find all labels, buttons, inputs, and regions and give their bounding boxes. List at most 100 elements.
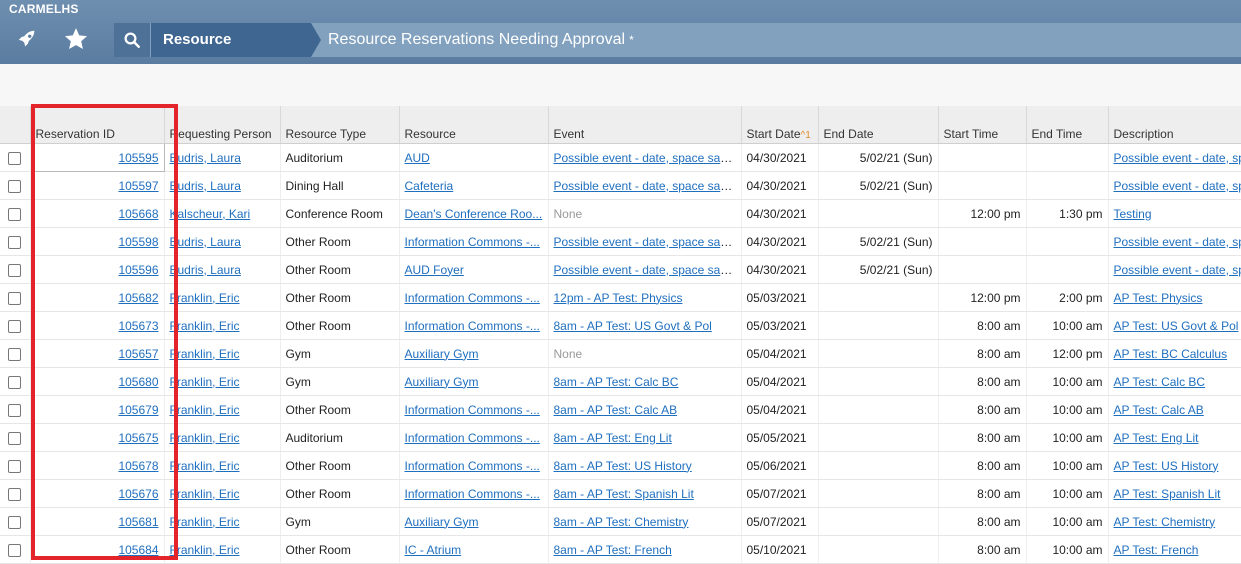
reservation-id-link[interactable]: 105680 [118, 375, 158, 389]
rocket-icon[interactable] [12, 22, 42, 56]
description-link[interactable]: Possible event - date, sp [1114, 151, 1241, 165]
reservation-id-link[interactable]: 105673 [118, 319, 158, 333]
reservation-id-link[interactable]: 105678 [118, 459, 158, 473]
resource-link[interactable]: Information Commons -... [405, 403, 540, 417]
resource-link[interactable]: Information Commons -... [405, 459, 540, 473]
event-link[interactable]: 8am - AP Test: Eng Lit [554, 431, 672, 445]
resource-link[interactable]: Information Commons -... [405, 235, 540, 249]
row-checkbox[interactable] [8, 404, 21, 417]
event-link[interactable]: 8am - AP Test: Chemistry [554, 515, 689, 529]
row-checkbox[interactable] [8, 460, 21, 473]
reservation-id-link[interactable]: 105676 [118, 487, 158, 501]
resource-link[interactable]: Auxiliary Gym [405, 515, 479, 529]
description-link[interactable]: Possible event - date, sp [1114, 235, 1241, 249]
row-checkbox[interactable] [8, 544, 21, 557]
description-link[interactable]: AP Test: Spanish Lit [1114, 487, 1221, 501]
event-link[interactable]: 8am - AP Test: Calc AB [554, 403, 678, 417]
description-link[interactable]: AP Test: US History [1114, 459, 1219, 473]
row-checkbox[interactable] [8, 208, 21, 221]
requesting-person-link[interactable]: Budris, Laura [170, 235, 241, 249]
event-link[interactable]: 8am - AP Test: US History [554, 459, 692, 473]
reservation-id-link[interactable]: 105684 [118, 543, 158, 557]
column-header-description[interactable]: Description [1108, 106, 1241, 144]
description-link[interactable]: Possible event - date, sp [1114, 179, 1241, 193]
row-checkbox[interactable] [8, 516, 21, 529]
requesting-person-link[interactable]: Franklin, Eric [170, 291, 240, 305]
column-header-event[interactable]: Event [548, 106, 741, 144]
requesting-person-link[interactable]: Franklin, Eric [170, 347, 240, 361]
breadcrumb-module[interactable]: Resource Scheduling [151, 23, 311, 57]
resource-link[interactable]: Information Commons -... [405, 487, 540, 501]
event-link[interactable]: 12pm - AP Test: Physics [554, 291, 683, 305]
column-header-reservation-id[interactable]: Reservation ID [30, 106, 164, 144]
description-link[interactable]: AP Test: Calc AB [1114, 403, 1204, 417]
row-checkbox[interactable] [8, 348, 21, 361]
reservation-id-link[interactable]: 105598 [118, 235, 158, 249]
reservation-id-link[interactable]: 105682 [118, 291, 158, 305]
row-checkbox[interactable] [8, 432, 21, 445]
description-link[interactable]: AP Test: Chemistry [1114, 515, 1216, 529]
reservation-id-link[interactable]: 105595 [118, 151, 158, 165]
search-icon[interactable] [114, 23, 150, 57]
description-link[interactable]: AP Test: BC Calculus [1114, 347, 1228, 361]
row-checkbox[interactable] [8, 376, 21, 389]
requesting-person-link[interactable]: Franklin, Eric [170, 459, 240, 473]
reservation-id-link[interactable]: 105679 [118, 403, 158, 417]
column-header-start-date[interactable]: Start Date^1 [741, 106, 818, 144]
resource-link[interactable]: Cafeteria [405, 179, 454, 193]
reservation-id-link[interactable]: 105596 [118, 263, 158, 277]
row-checkbox[interactable] [8, 152, 21, 165]
event-link[interactable]: 8am - AP Test: Spanish Lit [554, 487, 694, 501]
resource-link[interactable]: Auxiliary Gym [405, 375, 479, 389]
description-link[interactable]: AP Test: Eng Lit [1114, 431, 1199, 445]
resource-link[interactable]: Information Commons -... [405, 431, 540, 445]
reservation-id-link[interactable]: 105657 [118, 347, 158, 361]
description-link[interactable]: AP Test: Calc BC [1114, 375, 1206, 389]
event-link[interactable]: Possible event - date, space saved [554, 151, 740, 165]
column-header-start-time[interactable]: Start Time [938, 106, 1026, 144]
row-checkbox[interactable] [8, 292, 21, 305]
column-header-end-date[interactable]: End Date [818, 106, 938, 144]
column-header-requesting-person[interactable]: Requesting Person [164, 106, 280, 144]
resource-link[interactable]: Auxiliary Gym [405, 347, 479, 361]
column-header-end-time[interactable]: End Time [1026, 106, 1108, 144]
event-link[interactable]: 8am - AP Test: US Govt & Pol [554, 319, 712, 333]
row-checkbox[interactable] [8, 236, 21, 249]
row-checkbox[interactable] [8, 264, 21, 277]
event-link[interactable]: 8am - AP Test: Calc BC [554, 375, 679, 389]
reservation-id-link[interactable]: 105668 [118, 207, 158, 221]
row-checkbox[interactable] [8, 320, 21, 333]
description-link[interactable]: Possible event - date, sp [1114, 263, 1241, 277]
description-link[interactable]: AP Test: US Govt & Pol [1114, 319, 1239, 333]
requesting-person-link[interactable]: Budris, Laura [170, 151, 241, 165]
description-link[interactable]: AP Test: French [1114, 543, 1199, 557]
requesting-person-link[interactable]: Budris, Laura [170, 179, 241, 193]
requesting-person-link[interactable]: Franklin, Eric [170, 431, 240, 445]
event-link[interactable]: Possible event - date, space saved [554, 263, 740, 277]
resource-link[interactable]: AUD [405, 151, 430, 165]
star-icon[interactable] [61, 22, 91, 56]
requesting-person-link[interactable]: Franklin, Eric [170, 375, 240, 389]
requesting-person-link[interactable]: Budris, Laura [170, 263, 241, 277]
requesting-person-link[interactable]: Franklin, Eric [170, 319, 240, 333]
resource-link[interactable]: IC - Atrium [405, 543, 462, 557]
requesting-person-link[interactable]: Franklin, Eric [170, 543, 240, 557]
requesting-person-link[interactable]: Franklin, Eric [170, 515, 240, 529]
description-link[interactable]: Testing [1114, 207, 1152, 221]
column-header-resource-type[interactable]: Resource Type [280, 106, 399, 144]
requesting-person-link[interactable]: Franklin, Eric [170, 487, 240, 501]
column-header-resource[interactable]: Resource [399, 106, 548, 144]
requesting-person-link[interactable]: Kalscheur, Kari [170, 207, 251, 221]
event-link[interactable]: Possible event - date, space saved [554, 235, 740, 249]
reservation-id-link[interactable]: 105597 [118, 179, 158, 193]
resource-link[interactable]: Information Commons -... [405, 319, 540, 333]
event-link[interactable]: 8am - AP Test: French [554, 543, 672, 557]
event-link[interactable]: Possible event - date, space saved [554, 179, 740, 193]
resource-link[interactable]: Information Commons -... [405, 291, 540, 305]
resource-link[interactable]: AUD Foyer [405, 263, 464, 277]
requesting-person-link[interactable]: Franklin, Eric [170, 403, 240, 417]
resource-link[interactable]: Dean's Conference Roo... [405, 207, 543, 221]
reservation-id-link[interactable]: 105675 [118, 431, 158, 445]
description-link[interactable]: AP Test: Physics [1114, 291, 1203, 305]
row-checkbox[interactable] [8, 488, 21, 501]
